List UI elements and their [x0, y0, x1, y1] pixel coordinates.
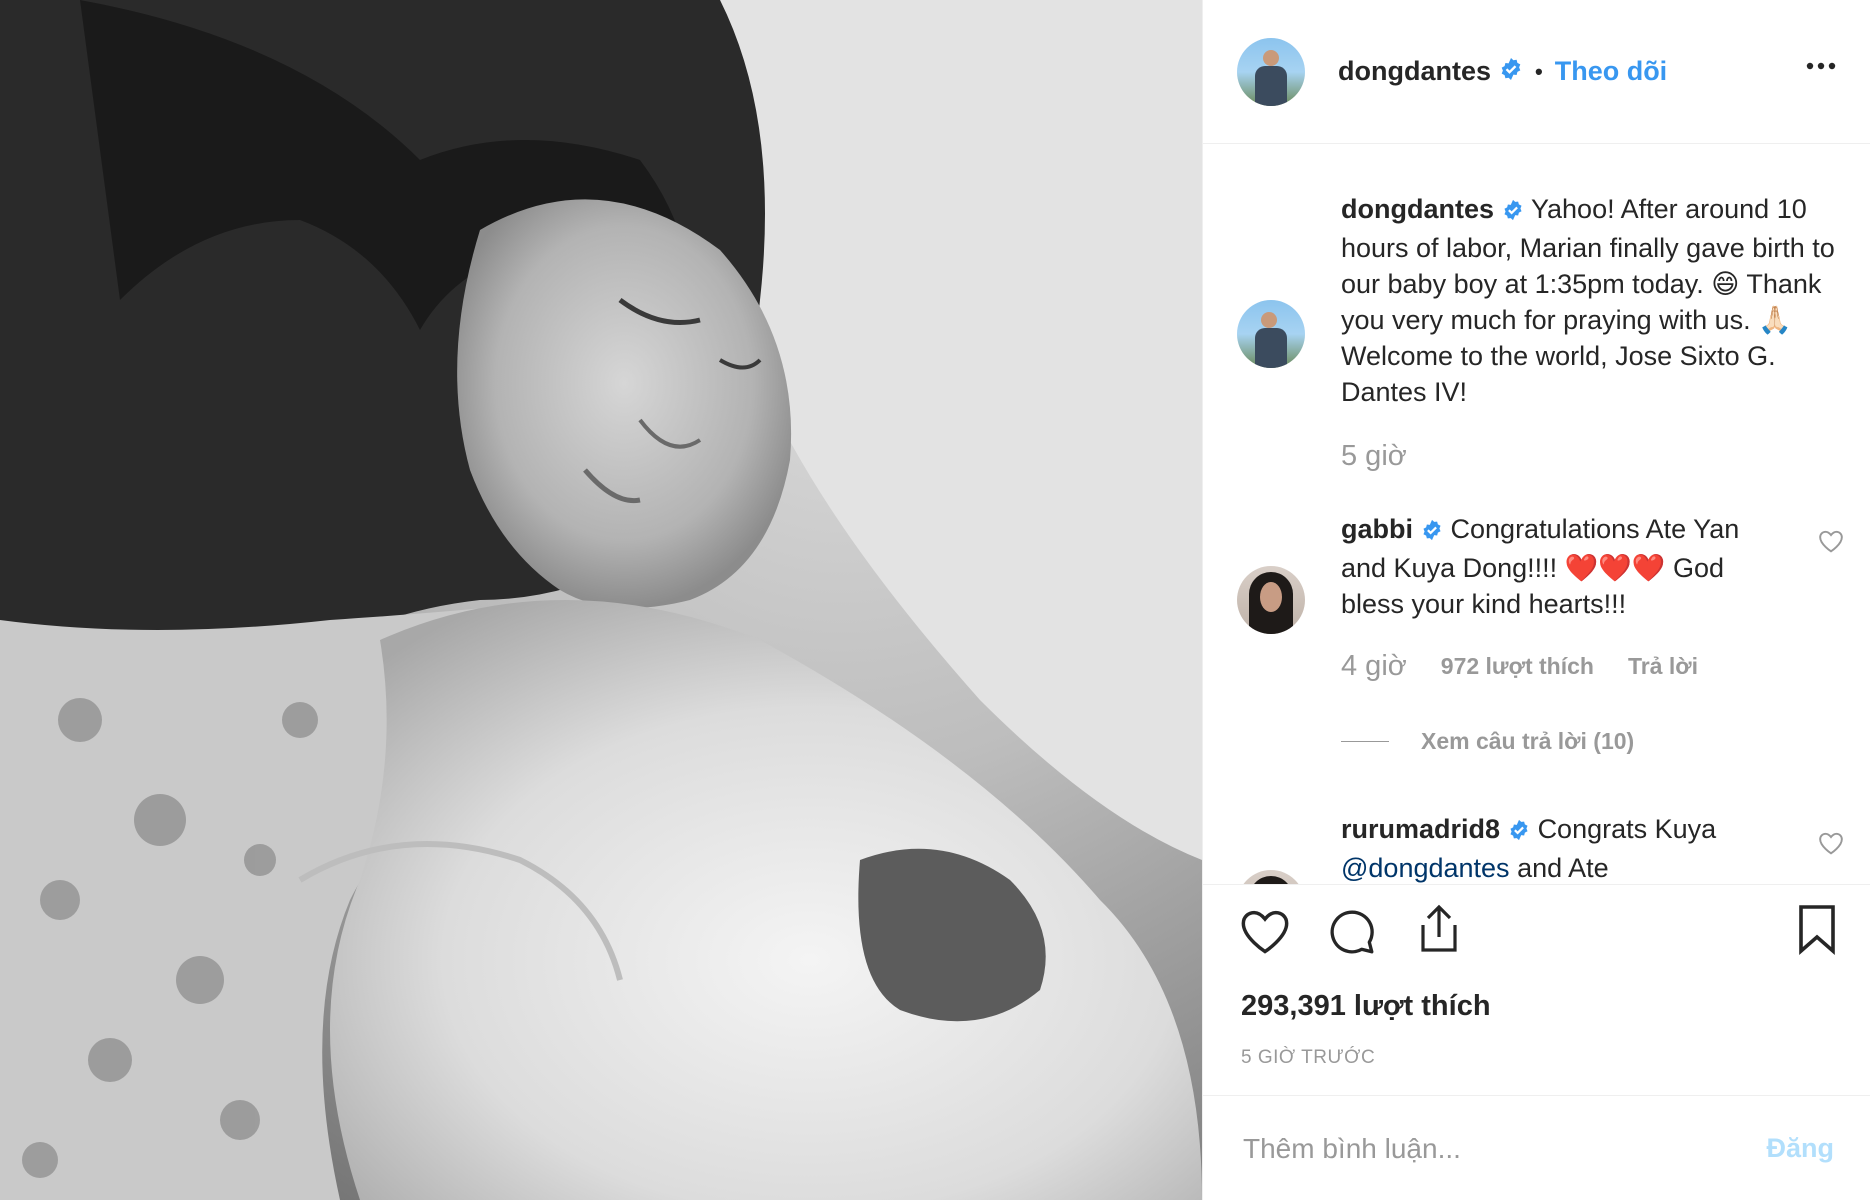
separator-dot: •	[1535, 58, 1543, 84]
like-comment-heart-icon[interactable]	[1818, 831, 1844, 860]
post-header: dongdantes • Theo dõi	[1203, 0, 1870, 144]
add-comment-section: Đăng	[1203, 1095, 1870, 1200]
comment-text-block: rurumadrid8 Congrats Kuya @dongdantes an…	[1341, 811, 1771, 884]
view-replies-label: Xem câu trả lời (10)	[1421, 728, 1635, 754]
comment-username[interactable]: gabbi	[1341, 514, 1413, 544]
more-options-icon[interactable]	[1806, 58, 1836, 76]
commenter-avatar[interactable]	[1237, 566, 1305, 634]
comments-list[interactable]: dongdantes Yahoo! After around 10 hours …	[1203, 145, 1870, 885]
heart-icon[interactable]	[1239, 907, 1291, 960]
replies-divider	[1341, 741, 1389, 742]
comment-text: Congrats Kuya	[1537, 814, 1717, 844]
verified-badge-icon	[1499, 57, 1523, 86]
comment-time[interactable]: 4 giờ	[1341, 650, 1407, 683]
verified-badge-icon	[1421, 514, 1443, 550]
verified-badge-icon	[1502, 194, 1524, 230]
view-replies-button[interactable]: Xem câu trả lời (10)	[1341, 728, 1634, 755]
post-photo[interactable]	[0, 0, 1202, 1200]
comment-text-block: gabbi Congratulations Ate Yan and Kuya D…	[1341, 511, 1771, 622]
share-icon[interactable]	[1415, 903, 1463, 960]
verified-badge-icon	[1508, 814, 1530, 850]
reply-button[interactable]: Trả lời	[1628, 653, 1698, 680]
instagram-post: dongdantes • Theo dõi dongdantes Yahoo! …	[0, 0, 1870, 1200]
bookmark-icon[interactable]	[1797, 903, 1837, 960]
caption-text: Yahoo! After around 10 hours of labor, M…	[1341, 194, 1835, 407]
comment-input[interactable]	[1241, 1126, 1745, 1172]
comment-icon[interactable]	[1327, 907, 1377, 962]
caption-username[interactable]: dongdantes	[1341, 194, 1494, 224]
commenter-avatar[interactable]	[1237, 870, 1305, 884]
caption-text-block: dongdantes Yahoo! After around 10 hours …	[1341, 191, 1841, 410]
post-timestamp[interactable]: 5 GIỜ TRƯỚC	[1241, 1047, 1375, 1069]
mention-link[interactable]: @dongdantes	[1341, 853, 1510, 883]
caption-meta: 5 giờ	[1341, 440, 1407, 473]
post-sidebar: dongdantes • Theo dõi dongdantes Yahoo! …	[1202, 0, 1870, 1200]
post-comment-button[interactable]: Đăng	[1767, 1133, 1835, 1164]
author-avatar[interactable]	[1237, 37, 1305, 106]
comment-username[interactable]: rurumadrid8	[1341, 814, 1500, 844]
like-comment-heart-icon[interactable]	[1818, 529, 1844, 558]
comment-text-cont: and Ate	[1517, 853, 1609, 883]
photo-illustration	[0, 0, 1202, 1200]
action-bar	[1203, 895, 1870, 975]
likes-count[interactable]: 293,391 lượt thích	[1241, 990, 1491, 1023]
follow-button[interactable]: Theo dõi	[1555, 56, 1667, 87]
author-username[interactable]: dongdantes	[1338, 56, 1491, 87]
comment-meta: 4 giờ 972 lượt thích Trả lời	[1341, 650, 1698, 683]
comment-likes[interactable]: 972 lượt thích	[1441, 653, 1594, 680]
caption-time[interactable]: 5 giờ	[1341, 440, 1407, 473]
caption-avatar[interactable]	[1237, 300, 1305, 368]
